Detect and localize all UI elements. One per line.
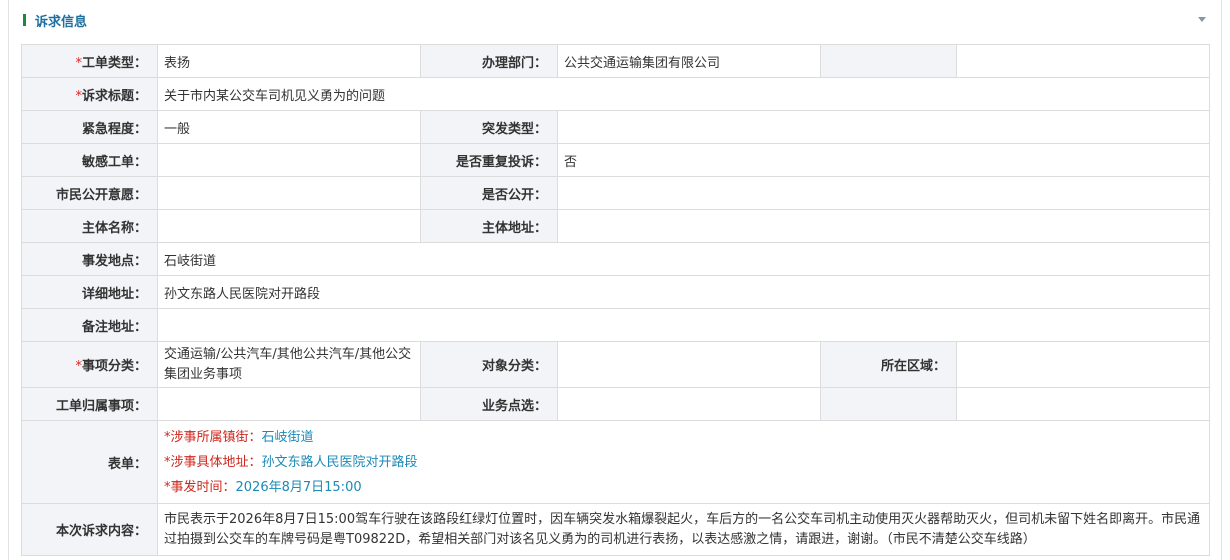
biz-point-value xyxy=(557,387,821,421)
table-row: 本次诉求内容： 市民表示于2026年8月7日15:00驾车行驶在该路段红绿灯位置… xyxy=(21,503,1210,556)
table-row: 紧急程度： 一般 突发类型： xyxy=(21,110,1210,144)
subject-addr-label: 主体地址： xyxy=(420,209,558,243)
location-label: 事发地点： xyxy=(21,242,158,276)
content-label: 本次诉求内容： xyxy=(21,503,158,556)
form-field-value: 石岐街道 xyxy=(261,429,314,445)
empty-label-cell xyxy=(820,387,957,421)
ticket-type-label: *工单类型： xyxy=(21,44,158,78)
is-public-label: 是否公开： xyxy=(420,176,558,210)
is-public-value xyxy=(557,176,1210,210)
table-row: 事发地点： 石岐街道 xyxy=(21,242,1210,276)
remark-addr-value xyxy=(157,308,1210,342)
category-label: *事项分类： xyxy=(21,341,158,388)
header-accent-bar xyxy=(23,14,26,26)
form-field-label: *事发时间： xyxy=(164,479,236,495)
form-field-label: *涉事所属镇街： xyxy=(164,429,262,445)
sensitive-value xyxy=(157,143,421,177)
table-row: *事项分类： 交通运输/公共汽车/其他公共汽车/其他公交集团业务事项 对象分类：… xyxy=(21,341,1210,388)
empty-label-cell xyxy=(820,44,957,78)
form-field-label: *涉事具体地址： xyxy=(164,454,262,470)
form-field-value: 孙文东路人民医院对开路段 xyxy=(261,454,418,470)
region-label: 所在区域： xyxy=(820,341,957,388)
content-value: 市民表示于2026年8月7日15:00驾车行驶在该路段红绿灯位置时，因车辆突发水… xyxy=(157,503,1210,556)
table-row: 敏感工单： 是否重复投诉： 否 xyxy=(21,143,1210,177)
repeat-value: 否 xyxy=(557,143,1210,177)
form-field-value: 2026年8月7日15:00 xyxy=(235,479,362,495)
complaint-form-table: *工单类型： 表扬 办理部门： 公共交通运输集团有限公司 *诉求标题： 关于市内… xyxy=(21,44,1210,556)
location-value: 石岐街道 xyxy=(157,242,1210,276)
dept-value: 公共交通运输集团有限公司 xyxy=(557,44,821,78)
empty-value-cell xyxy=(956,44,1210,78)
ticket-type-value: 表扬 xyxy=(157,44,421,78)
remark-addr-label: 备注地址： xyxy=(21,308,158,342)
table-row: 工单归属事项： 业务点选： xyxy=(21,387,1210,421)
subject-name-value xyxy=(157,209,421,243)
dept-label: 办理部门： xyxy=(420,44,558,78)
form-field-street: *涉事所属镇街：石岐街道 xyxy=(164,425,1203,450)
form-field-time: *事发时间：2026年8月7日15:00 xyxy=(164,475,1203,500)
urgency-value: 一般 xyxy=(157,110,421,144)
public-will-value xyxy=(157,176,421,210)
detail-addr-value: 孙文东路人民医院对开路段 xyxy=(157,275,1210,309)
region-value xyxy=(956,341,1210,388)
belongs-value xyxy=(157,387,421,421)
table-row: 备注地址： xyxy=(21,308,1210,342)
belongs-label: 工单归属事项： xyxy=(21,387,158,421)
title-label: *诉求标题： xyxy=(21,77,158,111)
repeat-label: 是否重复投诉： xyxy=(420,143,558,177)
panel-header[interactable]: 诉求信息 xyxy=(9,0,1221,40)
table-row: 主体名称： 主体地址： xyxy=(21,209,1210,243)
title-value: 关于市内某公交车司机见义勇为的问题 xyxy=(157,77,1210,111)
object-cat-label: 对象分类： xyxy=(420,341,558,388)
form-field-address: *涉事具体地址：孙文东路人民医院对开路段 xyxy=(164,450,1203,475)
emergency-type-value xyxy=(557,110,1210,144)
panel-title: 诉求信息 xyxy=(35,15,88,30)
public-will-label: 市民公开意愿： xyxy=(21,176,158,210)
biz-point-label: 业务点选： xyxy=(420,387,558,421)
table-row: *诉求标题： 关于市内某公交车司机见义勇为的问题 xyxy=(21,77,1210,111)
form-label: 表单： xyxy=(21,420,158,504)
object-cat-value xyxy=(557,341,821,388)
subject-name-label: 主体名称： xyxy=(21,209,158,243)
detail-addr-label: 详细地址： xyxy=(21,275,158,309)
emergency-type-label: 突发类型： xyxy=(420,110,558,144)
empty-value-cell xyxy=(956,387,1210,421)
category-value: 交通运输/公共汽车/其他公共汽车/其他公交集团业务事项 xyxy=(157,341,421,388)
caret-down-icon[interactable] xyxy=(1197,14,1207,24)
table-row: 市民公开意愿： 是否公开： xyxy=(21,176,1210,210)
table-row: *工单类型： 表扬 办理部门： 公共交通运输集团有限公司 xyxy=(21,44,1210,78)
urgency-label: 紧急程度： xyxy=(21,110,158,144)
table-row: 表单： *涉事所属镇街：石岐街道 *涉事具体地址：孙文东路人民医院对开路段 *事… xyxy=(21,420,1210,504)
sensitive-label: 敏感工单： xyxy=(21,143,158,177)
form-fields: *涉事所属镇街：石岐街道 *涉事具体地址：孙文东路人民医院对开路段 *事发时间：… xyxy=(157,420,1210,504)
subject-addr-value xyxy=(557,209,1210,243)
table-row: 详细地址： 孙文东路人民医院对开路段 xyxy=(21,275,1210,309)
complaint-info-panel: 诉求信息 *工单类型： 表扬 办理部门： 公共交通运输集团有限公司 *诉求标题：… xyxy=(8,0,1222,560)
